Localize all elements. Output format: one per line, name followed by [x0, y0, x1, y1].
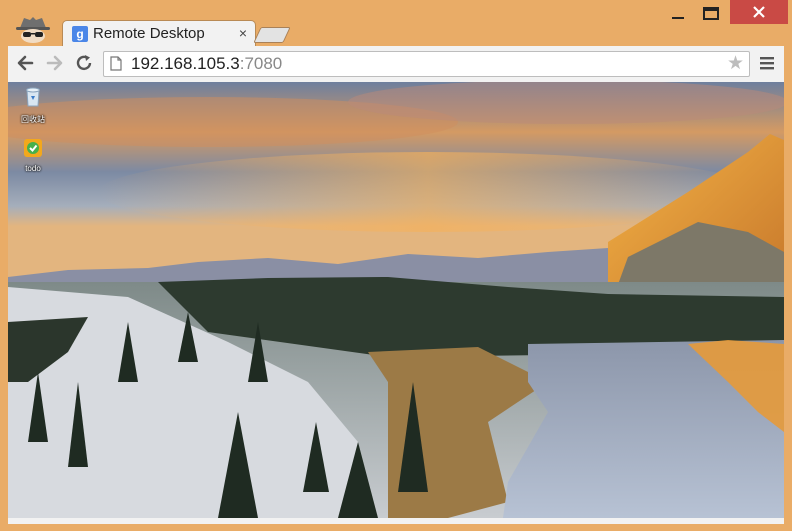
url-host: 192.168.105.3 — [131, 54, 240, 73]
back-arrow-icon[interactable] — [14, 52, 36, 74]
bookmark-star-icon[interactable]: ★ — [727, 52, 744, 75]
close-button[interactable] — [730, 0, 788, 24]
tab-remote-desktop[interactable]: g Remote Desktop × — [62, 20, 256, 47]
url-text: 192.168.105.3:7080 — [131, 54, 282, 74]
desktop-icon-label: 回收站 — [21, 115, 45, 124]
minimize-button[interactable] — [664, 0, 692, 24]
google-favicon-icon: g — [72, 26, 88, 42]
forward-arrow-icon[interactable] — [44, 52, 66, 74]
tab-close-icon[interactable]: × — [239, 26, 247, 40]
desktop-wallpaper — [8, 82, 784, 518]
desktop-icon-recycle-bin[interactable]: 回收站 — [13, 86, 53, 125]
page-icon — [110, 56, 122, 71]
menu-hamburger-icon[interactable] — [758, 53, 776, 73]
browser-toolbar: 192.168.105.3:7080 ★ — [8, 46, 784, 83]
url-port: :7080 — [239, 54, 283, 73]
window-bottom-border — [8, 518, 784, 524]
desktop-icon-label: todo — [25, 164, 41, 173]
remote-desktop-viewport[interactable]: 回收站 todo — [8, 82, 784, 518]
desktop-icon-todo[interactable]: todo — [13, 138, 53, 173]
new-tab-button[interactable] — [253, 27, 291, 43]
maximize-button[interactable] — [696, 0, 726, 24]
todo-app-icon — [24, 139, 42, 157]
reload-icon[interactable] — [73, 52, 95, 74]
recycle-bin-icon — [26, 87, 40, 107]
browser-window: g Remote Desktop × 192.168.105.3:7080 ★ … — [0, 0, 792, 531]
address-bar[interactable]: 192.168.105.3:7080 ★ — [103, 51, 750, 77]
tab-title: Remote Desktop — [93, 25, 205, 42]
incognito-icon — [16, 17, 50, 43]
